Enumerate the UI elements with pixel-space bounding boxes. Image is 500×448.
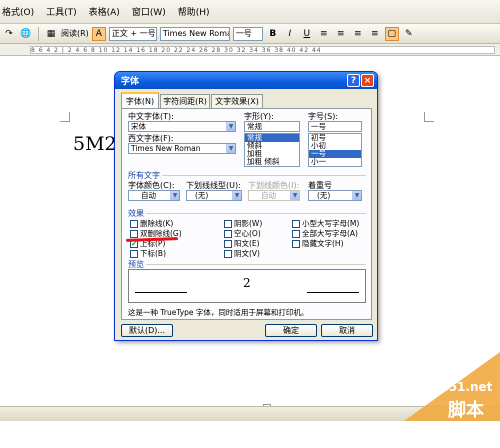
preview-box: 2 [128, 269, 366, 303]
hidden-text-checkbox[interactable]: 隐藏文字(H) [292, 238, 344, 249]
ok-button[interactable]: 确定 [265, 324, 317, 337]
menu-tools[interactable]: 工具(T) [46, 5, 77, 18]
section-divider [146, 213, 366, 214]
font-dialog: 字体 ? × 字体(N) 字符间距(R) 文字效果(X) 中文字体(T): 宋体… [114, 71, 378, 341]
border-icon[interactable]: ▢ [384, 26, 399, 41]
cn-font-select[interactable]: 宋体 ▼ [128, 121, 236, 132]
justify-icon[interactable]: ≡ [368, 27, 382, 41]
underline-color-select: 自动 ▼ [248, 190, 300, 201]
tab-font[interactable]: 字体(N) [121, 92, 159, 108]
ruler: 8 6 4 2 | 2 4 6 8 10 12 14 16 18 20 22 2… [0, 44, 500, 56]
dialog-titlebar[interactable]: 字体 ? × [115, 72, 377, 89]
menu-format[interactable]: 格式(O) [2, 5, 34, 18]
west-font-select[interactable]: Times New Roman ▼ [128, 143, 236, 154]
watermark-url: jb51.net [436, 380, 493, 394]
tab-character-spacing[interactable]: 字符间距(R) [160, 94, 210, 108]
preview-baseline [307, 292, 359, 293]
preview-baseline [135, 292, 187, 293]
document-text[interactable]: 5M2 [73, 133, 117, 155]
font-size-field[interactable]: 一号 [308, 121, 362, 132]
font-style-field[interactable]: 常规 [244, 121, 300, 132]
redo-icon[interactable]: ↷ [2, 27, 16, 41]
margin-corner-mark [424, 112, 434, 122]
hyperlink-icon[interactable]: 🌐 [19, 27, 33, 41]
read-button[interactable]: 阅读(R) [61, 28, 89, 39]
bold-button[interactable]: B [266, 27, 280, 41]
chevron-down-icon: ▼ [226, 122, 235, 131]
help-button[interactable]: ? [347, 74, 360, 87]
tab-text-effects[interactable]: 文字效果(X) [211, 94, 263, 108]
default-button[interactable]: 默认(D)... [121, 324, 173, 337]
list-item[interactable]: 小一 [309, 158, 361, 166]
menu-bar: 格式(O) 工具(T) 表格(A) 窗口(W) 帮助(H) [0, 0, 500, 24]
underline-style-select[interactable]: (无) ▼ [186, 190, 242, 201]
font-combo[interactable]: Times New Roman [159, 26, 230, 41]
subscript-checkbox[interactable]: 下标(B) [130, 248, 166, 259]
chevron-down-icon: ▼ [290, 191, 299, 200]
menu-help[interactable]: 帮助(H) [178, 5, 210, 18]
italic-button[interactable]: I [283, 27, 297, 41]
menu-table[interactable]: 表格(A) [89, 5, 120, 18]
dialog-title: 字体 [121, 77, 140, 87]
preview-text: 2 [243, 276, 251, 290]
emphasis-mark-select[interactable]: (无) ▼ [308, 190, 362, 201]
font-tab-panel: 中文字体(T): 宋体 ▼ 字形(Y): 常规 常规 倾斜 加粗 加粗 倾斜 字号… [121, 108, 372, 320]
engrave-checkbox[interactable]: 阴文(V) [224, 248, 260, 259]
chevron-down-icon: ▼ [170, 191, 179, 200]
cancel-button[interactable]: 取消 [321, 324, 373, 337]
section-divider [146, 264, 366, 265]
list-item[interactable]: 加粗 倾斜 [245, 158, 299, 166]
font-size-list[interactable]: 初号 小初 一号 小一 [308, 133, 362, 167]
size-combo[interactable]: 一号 [232, 26, 263, 41]
toolbar-divider [38, 26, 39, 41]
font-color-select[interactable]: 自动 ▼ [128, 190, 180, 201]
align-center-icon[interactable]: ≡ [334, 27, 348, 41]
align-right-icon[interactable]: ≡ [351, 27, 365, 41]
menu-window[interactable]: 窗口(W) [132, 5, 166, 18]
chevron-down-icon: ▼ [352, 191, 361, 200]
section-divider [162, 175, 366, 176]
styles-pane-icon[interactable]: A [91, 26, 106, 41]
underline-button[interactable]: U [300, 27, 314, 41]
watermark-name: 脚本之家 [448, 400, 484, 447]
formatting-toolbar: ↷ 🌐 ▦ 阅读(R) A 正文 + 一号 Times New Roman 一号… [0, 24, 500, 44]
align-left-icon[interactable]: ≡ [317, 27, 331, 41]
highlight-icon[interactable]: ✎ [402, 27, 416, 41]
table-icon[interactable]: ▦ [44, 27, 58, 41]
font-style-list[interactable]: 常规 倾斜 加粗 加粗 倾斜 [244, 133, 300, 167]
style-combo[interactable]: 正文 + 一号 [108, 26, 157, 41]
chevron-down-icon: ▼ [226, 144, 235, 153]
chevron-down-icon: ▼ [232, 191, 241, 200]
truetype-note: 这是一种 TrueType 字体，同时适用于屏幕和打印机。 [128, 308, 309, 317]
close-button[interactable]: × [361, 74, 374, 87]
ruler-ticks: 8 6 4 2 | 2 4 6 8 10 12 14 16 18 20 22 2… [30, 46, 495, 54]
margin-corner-mark [60, 112, 70, 122]
